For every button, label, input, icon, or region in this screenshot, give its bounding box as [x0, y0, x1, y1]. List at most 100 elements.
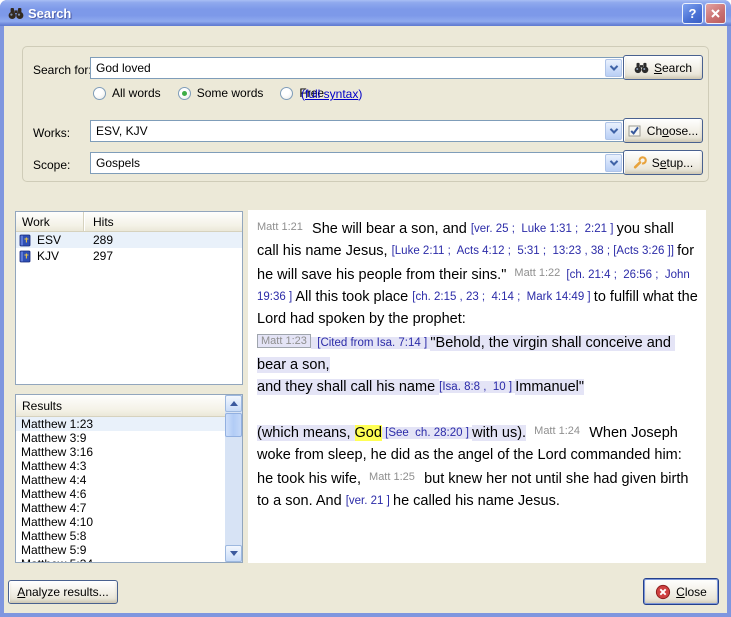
choose-button[interactable]: Choose...: [623, 118, 703, 143]
result-item[interactable]: Matthew 3:16: [16, 445, 225, 459]
binoculars-icon: [8, 7, 24, 20]
work-cell: ESV: [16, 233, 84, 247]
column-header-work[interactable]: Work: [16, 212, 84, 231]
choose-button-label: Choose...: [647, 124, 698, 138]
result-item[interactable]: Matthew 4:6: [16, 487, 225, 501]
triangle-down-icon: [230, 551, 238, 556]
full-syntax-link-text[interactable]: full syntax: [305, 87, 358, 101]
work-name: KJV: [37, 249, 59, 263]
works-combobox[interactable]: ESV, KJV: [90, 120, 624, 142]
column-header-hits[interactable]: Hits: [84, 215, 114, 229]
chevron-down-icon: [609, 125, 617, 133]
triangle-up-icon: [230, 401, 238, 406]
search-dialog: Search ? Search for: God loved: [0, 0, 731, 617]
analyze-results-button[interactable]: Analyze results...: [8, 580, 118, 604]
hits-table-row[interactable]: ESV 289: [16, 232, 242, 248]
setup-button[interactable]: Setup...: [623, 150, 703, 175]
results-list: Matthew 1:23Matthew 3:9Matthew 3:16Matth…: [16, 417, 225, 562]
results-header-label: Results: [22, 399, 62, 413]
window-title: Search: [28, 6, 680, 21]
titlebar-close-button[interactable]: [705, 3, 726, 24]
result-item[interactable]: Matthew 5:9: [16, 543, 225, 557]
results-panel: Results Matthew 1:23Matthew 3:9Matthew 3…: [15, 394, 243, 563]
scope-combobox[interactable]: Gospels: [90, 152, 624, 174]
result-item[interactable]: Matthew 4:3: [16, 459, 225, 473]
binoculars-icon: [634, 62, 649, 74]
cross-reference-link[interactable]: [ver. 25 ; Luke 1:31 ; 2:21 ]: [471, 223, 617, 235]
verse-reference: Matt 1:24: [534, 425, 589, 437]
hit-count: 289: [84, 233, 113, 247]
works-dropdown-button[interactable]: [605, 122, 622, 140]
check-icon: [628, 124, 642, 137]
search-for-value[interactable]: God loved: [91, 61, 604, 75]
hits-table-row[interactable]: KJV297: [16, 248, 242, 264]
search-button[interactable]: Search: [623, 55, 703, 80]
search-for-dropdown-button[interactable]: [605, 59, 622, 77]
wrench-icon: [633, 156, 647, 169]
verse-text-segment: with us).: [472, 425, 526, 441]
cross-reference-link[interactable]: [Luke 2:11 ; Acts 4:12 ; 5:31 ; 13:23 , …: [392, 245, 678, 257]
radio-button-icon[interactable]: [93, 87, 106, 100]
results-header[interactable]: Results: [16, 395, 225, 417]
scroll-up-button[interactable]: [225, 395, 242, 412]
radio-all-words[interactable]: All words: [93, 86, 161, 100]
verse-text-segment: he called his name Jesus.: [393, 493, 560, 509]
result-item[interactable]: Matthew 4:7: [16, 501, 225, 515]
result-item[interactable]: Matthew 3:9: [16, 431, 225, 445]
analyze-results-label: Analyze results...: [17, 585, 108, 599]
result-item[interactable]: Matthew 5:34: [16, 557, 225, 562]
scroll-thumb[interactable]: [225, 413, 242, 437]
result-item[interactable]: Matthew 1:23: [16, 417, 225, 431]
radio-label: Some words: [197, 86, 264, 100]
cross-reference-link[interactable]: [ver. 21 ]: [346, 495, 393, 507]
cross-reference-link[interactable]: [ch. 2:15 , 23 ; 4:14 ; Mark 14:49 ]: [412, 291, 594, 303]
hits-table-header[interactable]: Work Hits: [16, 212, 242, 232]
radio-button-icon[interactable]: [280, 87, 293, 100]
radio-label: All words: [112, 86, 161, 100]
search-for-combobox[interactable]: God loved: [90, 57, 624, 79]
hits-table: Work Hits ESV 289 KJV297: [15, 211, 243, 385]
search-button-label: Search: [654, 61, 692, 75]
book-icon: [19, 250, 32, 263]
close-button[interactable]: Close: [643, 578, 719, 605]
verse-text-segment: [526, 425, 534, 441]
search-for-label: Search for:: [33, 63, 92, 77]
result-item[interactable]: Matthew 4:4: [16, 473, 225, 487]
results-scrollbar[interactable]: [225, 395, 242, 562]
help-button[interactable]: ?: [682, 3, 703, 24]
cross-reference-link[interactable]: [See ch. 28:20 ]: [382, 427, 472, 439]
verse-text-segment: and they shall call his name: [257, 379, 439, 395]
full-syntax-link[interactable]: (full syntax): [301, 87, 362, 101]
scope-dropdown-button[interactable]: [605, 154, 622, 172]
hits-table-body: ESV 289 KJV297: [16, 232, 242, 264]
question-icon: ?: [689, 6, 697, 21]
result-item[interactable]: Matthew 5:8: [16, 529, 225, 543]
titlebar[interactable]: Search ?: [0, 0, 731, 26]
radio-button-icon[interactable]: [178, 87, 191, 100]
verse-reference: Matt 1:21: [257, 221, 312, 233]
verse-text-segment: (which means,: [257, 425, 355, 441]
radio-some-words[interactable]: Some words: [178, 86, 264, 100]
cross-reference-link[interactable]: [Cited from Isa. 7:14 ]: [311, 337, 431, 349]
scope-value[interactable]: Gospels: [91, 156, 604, 170]
verse-text-segment: God: [355, 425, 382, 441]
works-value[interactable]: ESV, KJV: [91, 124, 604, 138]
book-icon: [19, 234, 32, 247]
setup-button-label: Setup...: [652, 156, 693, 170]
x-icon: [710, 8, 721, 19]
dialog-body: Search for: God loved Search All words So…: [4, 26, 727, 613]
verse-reference: Matt 1:22: [514, 267, 566, 279]
scope-label: Scope:: [33, 158, 70, 172]
scroll-down-button[interactable]: [225, 545, 242, 562]
chevron-down-icon: [609, 62, 617, 70]
verse-text-segment: She will bear a son, and: [312, 221, 471, 237]
result-item[interactable]: Matthew 4:10: [16, 515, 225, 529]
close-circle-icon: [655, 584, 671, 600]
verse-reference: Matt 1:23: [257, 334, 311, 348]
verse-text: Matt 1:21 She will bear a son, and [ver.…: [248, 210, 706, 563]
chevron-down-icon: [609, 157, 617, 165]
work-name: ESV: [37, 233, 61, 247]
cross-reference-link[interactable]: [Isa. 8:8 , 10 ]: [439, 381, 515, 393]
full-syntax-close-paren: ): [358, 87, 362, 101]
verse-reference: Matt 1:25: [369, 471, 424, 483]
